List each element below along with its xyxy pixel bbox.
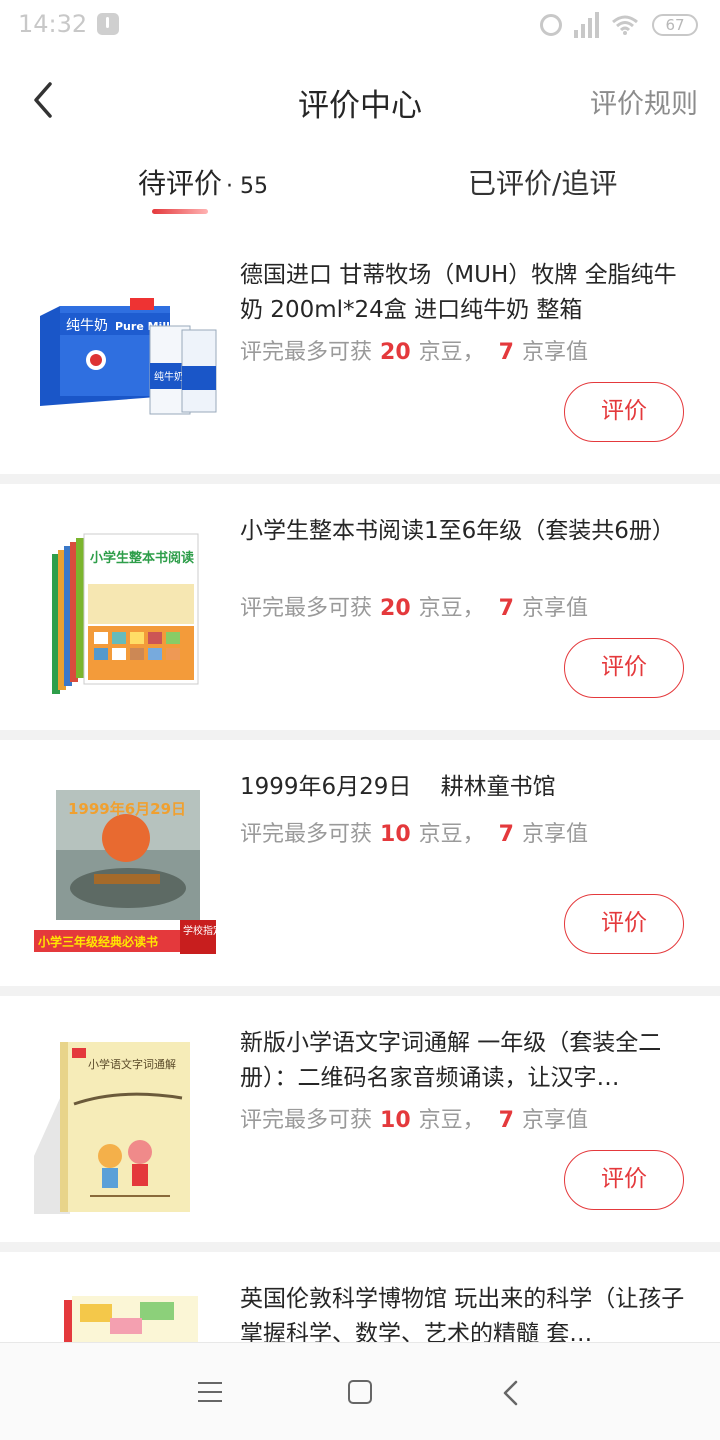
bean-count: 10 <box>380 1108 411 1133</box>
value-unit: 京享值 <box>521 596 588 621</box>
svg-text:纯牛奶: 纯牛奶 <box>66 318 108 334</box>
product-thumbnail-science-book[interactable] <box>30 1292 220 1342</box>
tab-pending-count: · 55 <box>226 174 268 199</box>
reward-prefix: 评完最多可获 <box>240 340 373 365</box>
reward-info: 评完最多可获 20 京豆， 7 京享值 <box>240 590 588 622</box>
value-unit: 京享值 <box>521 822 588 847</box>
value-count: 7 <box>498 596 514 621</box>
reward-info: 评完最多可获 10 京豆， 7 京享值 <box>240 816 588 848</box>
battery-indicator: 67 <box>652 14 698 36</box>
product-card: 英国伦敦科学博物馆 玩出来的科学（让孩子掌握科学、数学、艺术的精髓 套… <box>0 1252 720 1342</box>
product-title[interactable]: 新版小学语文字词通解 一年级（套装全二册）：二维码名家音频诵读，让汉字… <box>240 1026 692 1096</box>
product-title[interactable]: 英国伦敦科学博物馆 玩出来的科学（让孩子掌握科学、数学、艺术的精髓 套… <box>240 1282 692 1342</box>
bean-unit: 京豆， <box>418 822 485 847</box>
system-nav-bar <box>0 1342 720 1440</box>
product-title[interactable]: 德国进口 甘蒂牧场（MUH）牧牌 全脂纯牛奶 200ml*24盒 进口纯牛奶 整… <box>240 258 692 328</box>
thumb-badge-text: 学校指定 <box>183 924 220 937</box>
tiktok-notification-icon <box>97 13 119 35</box>
bean-count: 20 <box>380 340 411 365</box>
value-unit: 京享值 <box>521 340 588 365</box>
product-thumbnail-picture-book[interactable]: 1999年6月29日 小学三年级经典必读书 学校指定 <box>30 780 223 960</box>
svg-text:纯牛奶: 纯牛奶 <box>154 370 184 383</box>
product-title[interactable]: 小学生整本书阅读1至6年级（套装共6册） <box>240 514 692 549</box>
svg-text:小学生整本书阅读: 小学生整本书阅读 <box>90 550 194 566</box>
bean-unit: 京豆， <box>418 1108 485 1133</box>
back-arrow-icon[interactable] <box>26 80 62 120</box>
menu-icon[interactable] <box>198 1381 222 1403</box>
product-card: 1999年6月29日 小学三年级经典必读书 学校指定 1999年6月29日 耕林… <box>0 740 720 986</box>
product-thumbnail-book-set[interactable]: 小学生整本书阅读 <box>30 524 220 704</box>
product-card: 纯牛奶 Pure Milk 纯牛奶 德国进口 甘蒂牧场（MUH）牧牌 全脂纯牛奶… <box>0 228 720 474</box>
product-card: 小学生整本书阅读 小学生整本书阅读1至6年级（套装共6册） 评完最多可获 20 京豆… <box>0 484 720 730</box>
value-count: 7 <box>498 1108 514 1133</box>
review-button[interactable]: 评价 <box>564 638 684 698</box>
reward-prefix: 评完最多可获 <box>240 596 373 621</box>
review-rules-link[interactable]: 评价规则 <box>590 82 698 121</box>
review-button[interactable]: 评价 <box>564 382 684 442</box>
value-unit: 京享值 <box>521 1108 588 1133</box>
product-card: 小学语文字词通解 新版小学语文字词通解 一年级（套装全二册）：二维码名家音频诵读… <box>0 996 720 1242</box>
wifi-icon <box>612 15 638 35</box>
bean-count: 10 <box>380 822 411 847</box>
status-time: 14:32 <box>18 10 88 38</box>
product-list: 纯牛奶 Pure Milk 纯牛奶 德国进口 甘蒂牧场（MUH）牧牌 全脂纯牛奶… <box>0 228 720 1342</box>
value-count: 7 <box>498 822 514 847</box>
signal-icon <box>574 12 602 38</box>
bean-unit: 京豆， <box>418 596 485 621</box>
svg-text:小学语文字词通解: 小学语文字词通解 <box>88 1057 176 1071</box>
bean-unit: 京豆， <box>418 340 485 365</box>
home-square-icon[interactable] <box>348 1380 372 1404</box>
product-thumbnail-milk[interactable]: 纯牛奶 Pure Milk 纯牛奶 <box>30 268 220 448</box>
review-button[interactable]: 评价 <box>564 1150 684 1210</box>
nav-back-icon[interactable] <box>498 1379 524 1407</box>
bean-count: 20 <box>380 596 411 621</box>
tab-reviewed[interactable]: 已评价/追评 <box>468 162 617 202</box>
reward-info: 评完最多可获 10 京豆， 7 京享值 <box>240 1102 588 1134</box>
tab-pending-review[interactable]: 待评价 · 55 <box>138 162 268 202</box>
tab-pending-label: 待评价 <box>138 167 223 200</box>
product-thumbnail-dictionary[interactable]: 小学语文字词通解 <box>30 1036 220 1216</box>
status-bar: 14:32 67 <box>0 0 720 52</box>
active-tab-indicator <box>152 209 208 214</box>
tab-bar: 待评价 · 55 已评价/追评 <box>0 150 720 228</box>
review-button[interactable]: 评价 <box>564 894 684 954</box>
reward-prefix: 评完最多可获 <box>240 822 373 847</box>
product-title[interactable]: 1999年6月29日 耕林童书馆 <box>240 770 692 805</box>
svg-text:1999年6月29日: 1999年6月29日 <box>68 800 186 818</box>
value-count: 7 <box>498 340 514 365</box>
reward-prefix: 评完最多可获 <box>240 1108 373 1133</box>
thumb-banner-text: 小学三年级经典必读书 <box>38 934 158 949</box>
header: 评价中心 评价规则 <box>0 52 720 150</box>
alarm-icon <box>540 14 562 36</box>
reward-info: 评完最多可获 20 京豆， 7 京享值 <box>240 334 588 366</box>
